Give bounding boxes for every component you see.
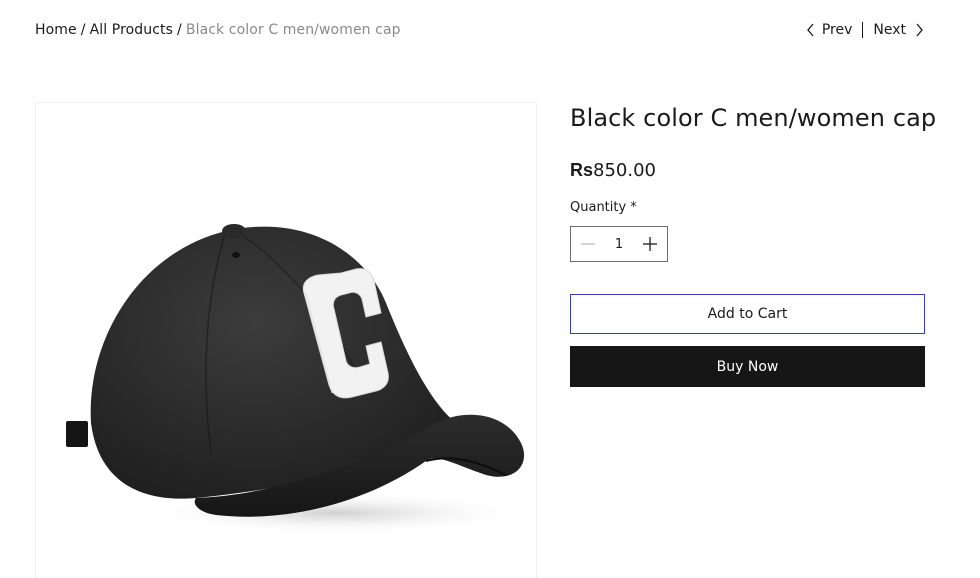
chevron-right-icon: [906, 23, 924, 37]
add-to-cart-button[interactable]: Add to Cart: [570, 294, 925, 334]
product-pager: Prev Next: [806, 22, 924, 38]
buy-now-button[interactable]: Buy Now: [570, 346, 925, 387]
price-amount: 850.00: [593, 160, 656, 181]
cap-image-icon: [66, 224, 536, 535]
breadcrumb-separator: /: [80, 22, 86, 38]
breadcrumb-separator: /: [177, 22, 182, 38]
minus-icon[interactable]: [579, 235, 597, 253]
breadcrumb-home-link[interactable]: Home: [35, 22, 77, 38]
pager-divider: [862, 22, 864, 38]
price-currency: Rs: [570, 160, 594, 180]
prev-button[interactable]: Prev: [806, 22, 853, 38]
quantity-value[interactable]: 1: [604, 237, 634, 252]
product-info: Black color C men/women cap Rs850.00 Qua…: [570, 100, 937, 387]
chevron-left-icon: [806, 23, 822, 37]
product-image[interactable]: [35, 102, 537, 578]
product-page: Home / All Products / Black color C men/wome…: [0, 0, 980, 578]
quantity-stepper: 1: [570, 226, 668, 262]
next-button[interactable]: Next: [873, 22, 924, 38]
next-label: Next: [873, 22, 906, 38]
product-price: Rs850.00: [570, 158, 925, 183]
plus-icon[interactable]: [641, 235, 659, 253]
breadcrumb-all-products-link[interactable]: All Products: [90, 22, 173, 38]
quantity-label: Quantity *: [570, 200, 637, 215]
breadcrumb-current: Black color C men/women cap: [185, 22, 401, 38]
product-title: Black color C men/women cap: [570, 104, 937, 132]
breadcrumb: Home / All Products / Black color C men/wome…: [35, 22, 401, 38]
prev-label: Prev: [821, 22, 853, 38]
